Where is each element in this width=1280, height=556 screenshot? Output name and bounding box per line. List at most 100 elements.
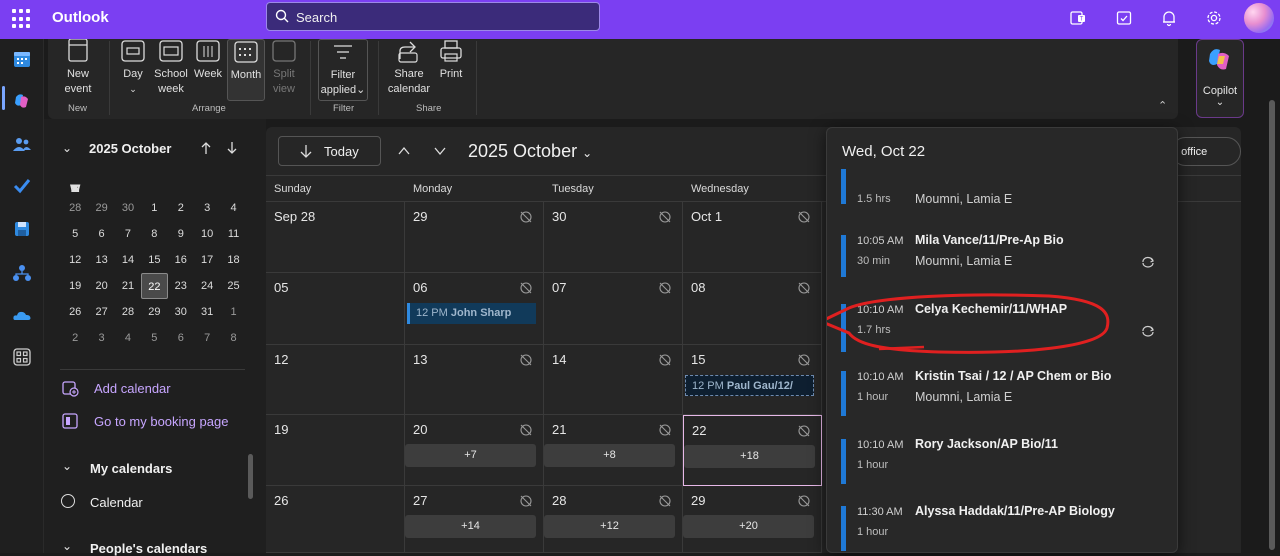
mini-calendar-day[interactable]: 29	[88, 195, 114, 221]
mini-calendar-day[interactable]: 17	[194, 247, 220, 273]
day-cell[interactable]: 20 +7	[405, 415, 544, 486]
notifications-bell-icon[interactable]	[1160, 9, 1178, 27]
peoples-calendars-chevron-icon[interactable]: ⌄	[62, 539, 72, 553]
calendar-item-label[interactable]: Calendar	[90, 495, 143, 510]
peoples-calendars-header[interactable]: People's calendars	[90, 541, 207, 556]
next-month-icon[interactable]	[433, 144, 447, 158]
mini-calendar-day[interactable]: 8	[141, 221, 167, 247]
day-cell[interactable]: 19	[266, 415, 405, 486]
calendar-checkbox[interactable]	[61, 494, 75, 508]
mini-calendar-day[interactable]: 31	[194, 299, 220, 325]
calendar-event[interactable]: 12 PM Paul Gau/12/	[685, 375, 814, 396]
mini-calendar-day[interactable]: 19	[62, 273, 88, 299]
app-title[interactable]: Outlook	[52, 9, 109, 26]
mini-calendar-day[interactable]: 26	[62, 299, 88, 325]
day-cell[interactable]: 06 12 PM John Sharp	[405, 273, 544, 345]
mini-calendar-day[interactable]: 4	[220, 195, 246, 221]
sidebar-scrollbar[interactable]	[248, 454, 253, 499]
mini-calendar-day[interactable]: 1	[220, 299, 246, 325]
day-cell[interactable]: 08	[683, 273, 822, 345]
in-office-button[interactable]: n office	[1171, 137, 1241, 166]
day-cell[interactable]: 13	[405, 345, 544, 415]
mini-calendar-day[interactable]: 1	[141, 195, 167, 221]
mini-calendar-day[interactable]: 11	[220, 221, 246, 247]
week-view-button[interactable]: Week	[194, 39, 222, 82]
mini-calendar-day[interactable]: 23	[168, 273, 194, 299]
day-view-button[interactable]: Day ⌄	[120, 39, 146, 97]
add-calendar-link[interactable]: Add calendar	[94, 381, 171, 396]
mini-calendar-day[interactable]: 3	[88, 325, 114, 351]
settings-gear-icon[interactable]	[1205, 9, 1223, 27]
my-calendars-header[interactable]: My calendars	[90, 461, 172, 476]
more-events-button[interactable]: +7	[405, 444, 536, 467]
mini-calendar-day[interactable]: 28	[115, 299, 141, 325]
new-event-button[interactable]: New event	[60, 39, 96, 97]
mini-calendar-day[interactable]: 7	[194, 325, 220, 351]
mini-calendar-day[interactable]: 7	[115, 221, 141, 247]
people-app-icon[interactable]	[12, 134, 32, 154]
mini-calendar-day[interactable]: 13	[88, 247, 114, 273]
mini-calendar-day[interactable]: 30	[168, 299, 194, 325]
filter-button[interactable]: Filter applied⌄	[318, 39, 368, 101]
mini-calendar-day[interactable]: 15	[141, 247, 167, 273]
copilot-app-icon[interactable]	[12, 91, 32, 111]
my-calendars-chevron-icon[interactable]: ⌄	[62, 459, 72, 473]
day-cell[interactable]: 29	[405, 202, 544, 273]
today-button[interactable]: Today	[278, 136, 381, 166]
share-calendar-button[interactable]: Share calendar	[386, 39, 432, 97]
mini-calendar-day[interactable]: 25	[220, 273, 246, 299]
day-cell[interactable]: Oct 1	[683, 202, 822, 273]
day-cell[interactable]: Sep 28	[266, 202, 405, 273]
mini-calendar-day[interactable]: 12	[62, 247, 88, 273]
mini-calendar-day[interactable]: 8	[220, 325, 246, 351]
mini-calendar-day[interactable]: 6	[88, 221, 114, 247]
mini-calendar-day[interactable]: 21	[115, 273, 141, 299]
mini-calendar-day[interactable]: 2	[62, 325, 88, 351]
day-cell[interactable]: 15 12 PM Paul Gau/12/	[683, 345, 822, 415]
more-events-button[interactable]: +18	[684, 445, 815, 468]
more-events-button[interactable]: +8	[544, 444, 675, 467]
org-explorer-icon[interactable]	[12, 263, 32, 283]
more-events-button[interactable]: +14	[405, 515, 536, 538]
day-cell[interactable]: 05	[266, 273, 405, 345]
mini-calendar-day[interactable]: 5	[62, 221, 88, 247]
ribbon-collapse-icon[interactable]: ⌃	[1158, 99, 1167, 112]
calendar-app-icon[interactable]	[12, 49, 32, 69]
onedrive-icon[interactable]	[12, 306, 32, 326]
mini-calendar-day[interactable]: 24	[194, 273, 220, 299]
prev-month-icon[interactable]	[397, 144, 411, 158]
day-cell[interactable]: 30	[544, 202, 683, 273]
mini-calendar-day[interactable]: 10	[194, 221, 220, 247]
day-cell[interactable]: 14	[544, 345, 683, 415]
mini-calendar-day[interactable]: 22	[141, 273, 168, 299]
mini-calendar-day[interactable]: 4	[115, 325, 141, 351]
mini-cal-collapse-icon[interactable]: ⌄	[62, 141, 72, 155]
calendar-event[interactable]: 12 PM John Sharp	[407, 303, 536, 324]
month-title[interactable]: 2025 October ⌄	[468, 141, 592, 162]
teams-meeting-icon[interactable]: T	[1069, 9, 1087, 27]
mini-calendar-day[interactable]: 2	[168, 195, 194, 221]
mini-cal-prev-icon[interactable]	[199, 141, 213, 155]
mini-calendar-day[interactable]: 30	[115, 195, 141, 221]
day-cell[interactable]: 21 +8	[544, 415, 683, 486]
mini-calendar-day[interactable]: 14	[115, 247, 141, 273]
page-scrollbar-thumb[interactable]	[1269, 100, 1275, 550]
mini-calendar-day[interactable]: 9	[168, 221, 194, 247]
booking-page-link[interactable]: Go to my booking page	[94, 414, 228, 429]
mini-calendar-day[interactable]: 27	[88, 299, 114, 325]
mini-calendar-day[interactable]: 5	[141, 325, 167, 351]
save-app-icon[interactable]	[12, 219, 32, 239]
mini-calendar-day[interactable]: 20	[88, 273, 114, 299]
my-day-icon[interactable]	[1115, 9, 1133, 27]
print-button[interactable]: Print	[436, 39, 466, 82]
user-avatar[interactable]	[1244, 3, 1274, 33]
school-week-button[interactable]: School week	[152, 39, 190, 97]
day-cell[interactable]: 28 +12	[544, 486, 683, 553]
mini-calendar-day[interactable]: 6	[168, 325, 194, 351]
mini-calendar-day[interactable]: 16	[168, 247, 194, 273]
todo-app-icon[interactable]	[12, 176, 32, 196]
more-apps-icon[interactable]	[12, 347, 32, 367]
app-launcher-icon[interactable]	[12, 9, 32, 29]
day-cell[interactable]: 07	[544, 273, 683, 345]
more-events-button[interactable]: +20	[683, 515, 814, 538]
